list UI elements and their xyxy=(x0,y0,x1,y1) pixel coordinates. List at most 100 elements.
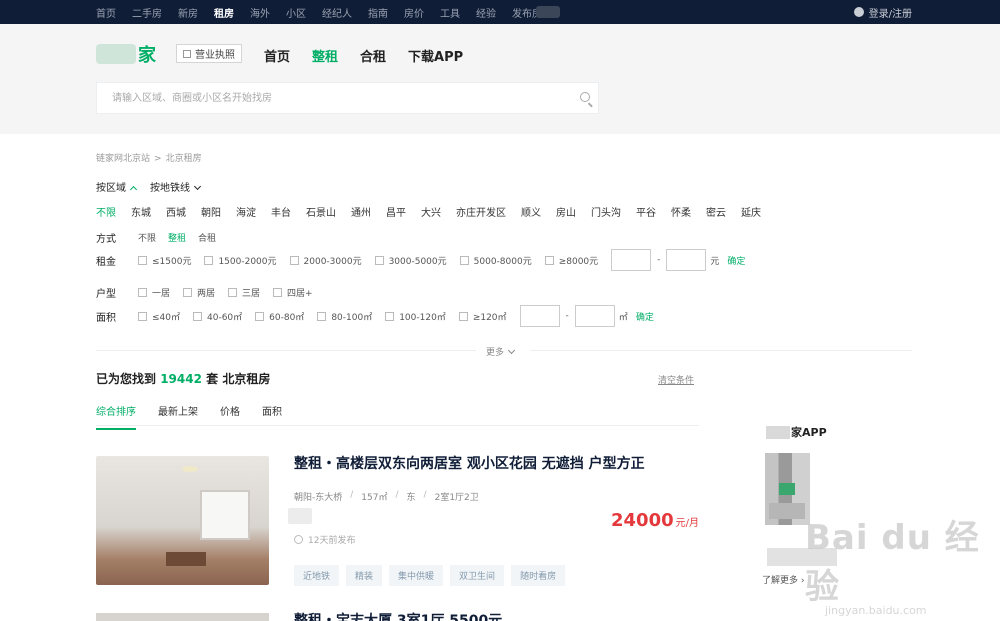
topnav-item[interactable]: 工具 xyxy=(440,5,460,20)
topnav-item[interactable]: 新房 xyxy=(178,5,198,20)
topnav-item[interactable]: 房价 xyxy=(404,5,424,20)
top-bar: 首页 二手房 新房 租房 海外 小区 经纪人 指南 房价 工具 经验 发布房源 登录/注册 xyxy=(0,0,1000,24)
checkbox-label: ≥120㎡ xyxy=(472,312,507,323)
listing-photo[interactable] xyxy=(96,456,269,585)
district-option[interactable]: 亦庄开发区 xyxy=(456,204,506,219)
mode-option[interactable]: 不限 xyxy=(138,231,156,244)
listing-title[interactable]: 整租・高楼层双东向两居室 观小区花园 无遮挡 户型方正 xyxy=(294,453,645,473)
mode-option[interactable]: 整租 xyxy=(168,231,186,244)
district-option[interactable]: 西城 xyxy=(166,204,186,219)
checkbox[interactable] xyxy=(544,255,554,265)
site-logo[interactable]: 家 xyxy=(96,41,156,67)
district-option[interactable]: 密云 xyxy=(706,204,726,219)
district-option[interactable]: 延庆 xyxy=(741,204,761,219)
checkbox[interactable] xyxy=(228,288,238,297)
checkbox[interactable] xyxy=(273,288,283,297)
topnav-item[interactable]: 小区 xyxy=(286,5,306,20)
mainnav-item[interactable]: 首页 xyxy=(264,46,290,65)
district-option[interactable]: 不限 xyxy=(96,204,116,219)
main-nav: 首页 整租 合租 下载APP xyxy=(264,46,485,65)
login-link[interactable]: 登录/注册 xyxy=(853,0,912,24)
listing-title[interactable]: 整租・宝志大厦 3室1厅 5500元 xyxy=(294,610,502,621)
rent-option[interactable]: ≤1500元 xyxy=(138,254,191,267)
tab-by-subway[interactable]: 按地铁线 xyxy=(150,179,202,194)
clear-filters-link[interactable]: 清空条件 xyxy=(658,373,694,386)
search-input[interactable] xyxy=(97,83,557,113)
checkbox[interactable] xyxy=(317,311,327,321)
district-option[interactable]: 海淀 xyxy=(236,204,256,219)
district-option[interactable]: 平谷 xyxy=(636,204,656,219)
topnav-item[interactable]: 海外 xyxy=(250,5,270,20)
blurred-agent xyxy=(288,508,312,524)
listing-location[interactable]: 朝阳-东大桥 xyxy=(294,490,342,503)
more-filters-toggle[interactable]: 更多 xyxy=(486,345,516,358)
area-confirm-button[interactable]: 确定 xyxy=(636,310,654,323)
district-option[interactable]: 房山 xyxy=(556,204,576,219)
mainnav-item[interactable]: 整租 xyxy=(312,46,338,65)
checkbox[interactable] xyxy=(385,311,395,321)
area-option[interactable]: 100-120㎡ xyxy=(385,310,446,323)
area-option[interactable]: ≤40㎡ xyxy=(138,310,180,323)
checkbox[interactable] xyxy=(289,255,299,265)
area-option[interactable]: ≥120㎡ xyxy=(458,310,507,323)
rent-option[interactable]: 1500-2000元 xyxy=(204,254,277,267)
topnav-item[interactable]: 经验 xyxy=(476,5,496,20)
district-option[interactable]: 怀柔 xyxy=(671,204,691,219)
rent-confirm-button[interactable]: 确定 xyxy=(727,254,745,267)
topnav-item[interactable]: 首页 xyxy=(96,5,116,20)
area-option[interactable]: 60-80㎡ xyxy=(255,310,304,323)
area-option[interactable]: 80-100㎡ xyxy=(317,310,372,323)
rent-options: ≤1500元 1500-2000元 2000-3000元 3000-5000元 5000… xyxy=(138,254,611,267)
topnav-item[interactable]: 租房 xyxy=(214,5,234,20)
tab-by-district[interactable]: 按区域 xyxy=(96,179,138,194)
topnav-item[interactable]: 经纪人 xyxy=(322,5,352,20)
checkbox[interactable] xyxy=(138,288,147,297)
checkbox[interactable] xyxy=(458,311,468,321)
checkbox[interactable] xyxy=(183,288,193,297)
topnav-item[interactable]: 二手房 xyxy=(132,5,162,20)
checkbox[interactable] xyxy=(138,311,147,321)
rent-option[interactable]: 2000-3000元 xyxy=(289,254,362,267)
mainnav-item[interactable]: 合租 xyxy=(360,46,386,65)
checkbox[interactable] xyxy=(459,255,469,265)
district-option[interactable]: 顺义 xyxy=(521,204,541,219)
rent-option[interactable]: 5000-8000元 xyxy=(459,254,532,267)
layout-option[interactable]: 三居 xyxy=(228,286,260,299)
layout-option[interactable]: 一居 xyxy=(138,286,170,299)
rent-max-input[interactable] xyxy=(666,249,707,271)
rent-option[interactable]: 3000-5000元 xyxy=(374,254,447,267)
checkbox[interactable] xyxy=(374,255,384,265)
checkbox[interactable] xyxy=(138,255,147,265)
search-icon[interactable] xyxy=(580,92,590,102)
mainnav-item[interactable]: 下载APP xyxy=(408,46,463,65)
checkbox-label: ≤40㎡ xyxy=(152,312,180,323)
rent-min-input[interactable] xyxy=(611,249,652,271)
district-option[interactable]: 门头沟 xyxy=(591,204,621,219)
checkbox-label: 四居+ xyxy=(287,289,313,299)
checkbox[interactable] xyxy=(193,311,202,321)
checkbox[interactable] xyxy=(255,311,265,321)
area-max-input[interactable] xyxy=(574,305,615,327)
layout-option[interactable]: 四居+ xyxy=(273,286,313,299)
mode-option[interactable]: 合租 xyxy=(198,231,216,244)
rent-option[interactable]: ≥8000元 xyxy=(544,254,598,267)
district-option[interactable]: 大兴 xyxy=(421,204,441,219)
breadcrumb-link[interactable]: 链家网北京站 xyxy=(96,154,150,164)
district-option[interactable]: 通州 xyxy=(351,204,371,219)
listing-photo[interactable] xyxy=(96,613,269,621)
layout-options: 一居 两居 三居 四居+ xyxy=(138,286,326,299)
listing-publish-time: 12天前发布 xyxy=(294,533,355,546)
area-min-input[interactable] xyxy=(519,305,560,327)
district-option[interactable]: 朝阳 xyxy=(201,204,221,219)
district-option[interactable]: 昌平 xyxy=(386,204,406,219)
breadcrumb-link[interactable]: 北京租房 xyxy=(166,154,202,164)
district-option[interactable]: 东城 xyxy=(131,204,151,219)
district-option[interactable]: 丰台 xyxy=(271,204,291,219)
topnav-item[interactable]: 指南 xyxy=(368,5,388,20)
checkbox[interactable] xyxy=(204,255,214,265)
layout-option[interactable]: 两居 xyxy=(183,286,215,299)
business-license-button[interactable]: 营业执照 xyxy=(176,44,242,63)
app-learn-more-link[interactable]: 了解更多 › xyxy=(762,573,804,586)
area-option[interactable]: 40-60㎡ xyxy=(193,310,242,323)
district-option[interactable]: 石景山 xyxy=(306,204,336,219)
